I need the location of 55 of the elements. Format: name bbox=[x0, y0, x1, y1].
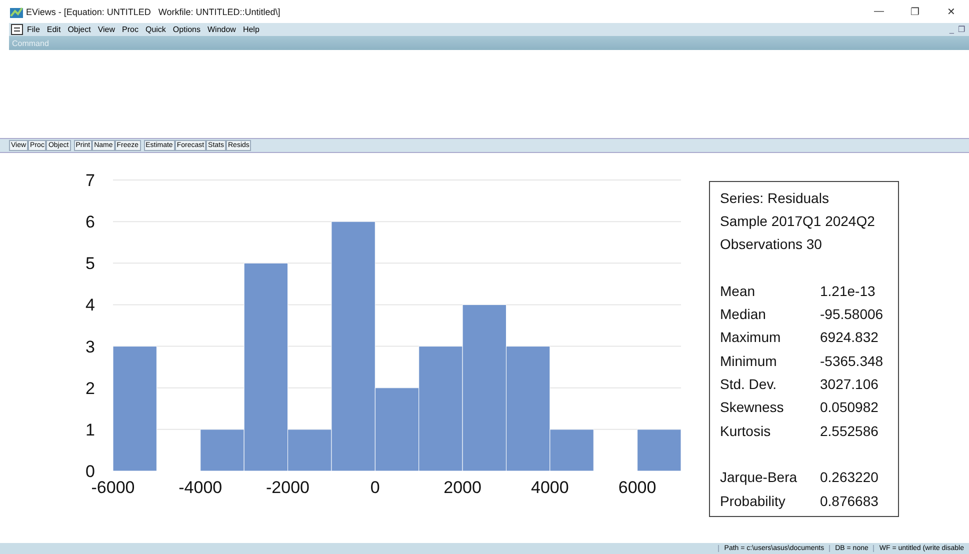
menu-item[interactable]: Options bbox=[172, 25, 200, 34]
stat-label: Mean bbox=[720, 282, 756, 299]
stat-value: -95.58006 bbox=[820, 306, 884, 322]
stat-label: Kurtosis bbox=[720, 422, 772, 439]
app-icon bbox=[10, 6, 23, 18]
stat-label: Median bbox=[720, 306, 767, 322]
x-tick-label: -6000 bbox=[91, 478, 135, 497]
stats-header: Observations 30 bbox=[720, 236, 822, 252]
menu-item[interactable]: Help bbox=[242, 25, 260, 34]
stats-header: Sample 2017Q1 2024Q2 bbox=[720, 212, 875, 229]
y-tick-label: 1 bbox=[86, 420, 95, 440]
stat-value: 0.263220 bbox=[820, 469, 878, 486]
menu-item[interactable]: Proc bbox=[122, 25, 138, 34]
x-tick-label: 4000 bbox=[531, 478, 569, 497]
menu-item[interactable]: View bbox=[98, 25, 116, 34]
x-tick-label: 2000 bbox=[444, 478, 482, 497]
y-tick-label: 5 bbox=[86, 254, 95, 274]
x-tick-label: 0 bbox=[370, 478, 380, 497]
menu-item[interactable]: Object bbox=[68, 25, 91, 34]
x-tick-label: -4000 bbox=[178, 478, 222, 497]
menu-item[interactable]: Window bbox=[208, 25, 236, 34]
menu-item[interactable]: File bbox=[27, 25, 40, 34]
stat-value: 0.876683 bbox=[820, 492, 878, 508]
y-tick-label: 3 bbox=[86, 337, 95, 356]
window-control[interactable]: ✕ bbox=[933, 6, 969, 18]
stat-value: 1.21e-13 bbox=[820, 282, 876, 299]
window-control[interactable]: _ bbox=[950, 25, 954, 34]
stat-value: 2.552586 bbox=[820, 422, 878, 439]
stat-value: 3027.106 bbox=[820, 376, 878, 392]
y-tick-label: 6 bbox=[86, 212, 95, 232]
y-tick-label: 2 bbox=[86, 378, 95, 398]
y-tick-label: 7 bbox=[86, 171, 95, 190]
stat-value: 0.050982 bbox=[820, 399, 878, 416]
menu-item[interactable]: Edit bbox=[46, 25, 61, 34]
menu-icon[interactable] bbox=[11, 24, 23, 35]
stat-label: Std. Dev. bbox=[720, 376, 778, 392]
stat-label: Skewness bbox=[720, 399, 785, 416]
window-control[interactable]: — bbox=[861, 6, 897, 18]
window-control[interactable]: ❐ bbox=[958, 25, 965, 34]
stat-label: Maximum bbox=[720, 329, 782, 346]
stat-label: Jarque-Bera bbox=[720, 469, 798, 486]
stat-label: Probability bbox=[720, 492, 786, 508]
menu-item[interactable]: Quick bbox=[145, 25, 166, 34]
y-tick-label: 0 bbox=[86, 462, 95, 481]
x-tick-label: 6000 bbox=[618, 478, 656, 497]
window-title: EViews - [Equation: UNTITLED Workfile: UNTITLED::Untitled\] bbox=[26, 6, 280, 16]
stat-value: -5365.348 bbox=[820, 352, 884, 369]
stat-value: 6924.832 bbox=[820, 329, 878, 346]
stat-label: Minimum bbox=[720, 352, 778, 369]
window-control[interactable]: ❐ bbox=[897, 6, 933, 18]
x-tick-label: -2000 bbox=[266, 478, 310, 497]
command-label: Command bbox=[12, 38, 49, 48]
y-tick-label: 4 bbox=[86, 296, 95, 315]
stats-header: Series: Residuals bbox=[720, 190, 829, 206]
histogram-bar bbox=[637, 429, 682, 472]
